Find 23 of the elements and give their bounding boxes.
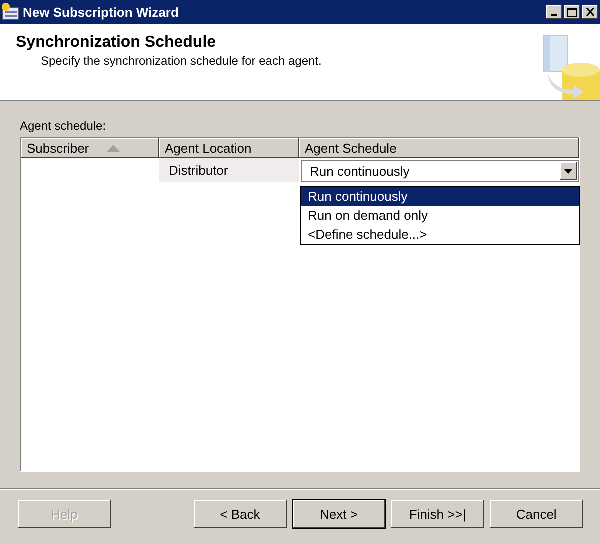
minimize-button[interactable] (546, 5, 562, 19)
dropdown-arrow-icon (564, 168, 573, 174)
close-icon (586, 8, 594, 16)
cancel-button[interactable]: Cancel (490, 500, 583, 528)
schedule-combo[interactable]: Run continuously (301, 160, 579, 182)
page-subtitle: Specify the synchronization schedule for each agent. (41, 54, 323, 68)
app-icon (1, 2, 21, 22)
dropdown-option[interactable]: <Define schedule...> (301, 225, 579, 244)
column-header[interactable]: Agent Location (159, 138, 299, 158)
next-button[interactable]: Next > (292, 500, 386, 528)
column-header[interactable]: Subscriber (21, 138, 159, 158)
back-button[interactable]: < Back (194, 500, 287, 528)
grid-label: Agent schedule: (20, 119, 108, 133)
window-title: New Subscription Wizard (23, 4, 180, 20)
column-header[interactable]: Agent Schedule (299, 138, 579, 158)
page-title: Synchronization Schedule (16, 34, 218, 52)
maximize-button[interactable] (564, 5, 580, 19)
dropdown-option[interactable]: Run continuously (301, 187, 579, 206)
close-button[interactable] (582, 5, 598, 19)
dropdown-option[interactable]: Run on demand only (301, 206, 579, 225)
maximize-icon (567, 8, 577, 16)
table-cell: Distributor (159, 158, 299, 182)
finish-button[interactable]: Finish >>| (391, 500, 484, 528)
